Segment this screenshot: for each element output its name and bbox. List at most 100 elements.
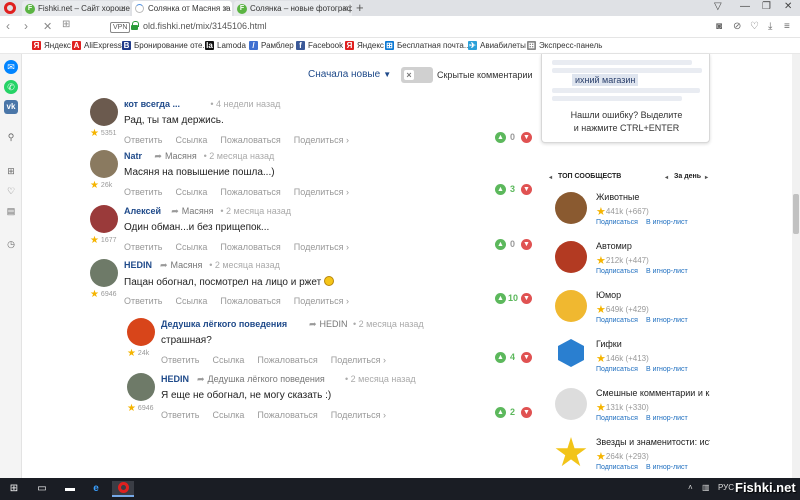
bookmark-item[interactable]: f Facebook [296,41,343,50]
link-button[interactable]: Ссылка [175,296,207,306]
close-icon[interactable]: × [343,3,348,13]
gif-icon[interactable] [558,339,584,367]
report-button[interactable]: Пожаловаться [220,187,280,197]
snapshots-icon[interactable]: ▤ [4,204,18,218]
network-icon[interactable]: ▥ [702,483,710,492]
thumb-down-icon[interactable]: ▼ [521,132,532,143]
next-period-icon[interactable]: ▸ [705,174,708,181]
homer-icon[interactable] [555,290,587,322]
close-window-button[interactable]: ✕ [784,1,792,12]
bookmark-item[interactable]: Я Яндекс [345,41,384,50]
messenger-icon[interactable]: ✉ [4,60,18,74]
comment-author[interactable]: Natr [124,151,142,161]
reply-to[interactable]: ➦ Масяня [171,206,213,217]
comment-author[interactable]: Дедушка лёгкого поведения [161,319,287,329]
prev-period-icon[interactable]: ◂ [665,174,668,181]
stop-icon[interactable]: ✕ [43,20,52,33]
subscribe-link[interactable]: Подписаться [596,415,638,422]
bookmark-item[interactable]: Я Яндекс [32,41,71,50]
comment-author[interactable]: HEDIN [161,374,189,384]
avatar[interactable] [90,205,118,233]
ignore-link[interactable]: В игнор-лист [646,464,688,471]
community-name[interactable]: Юмор [596,290,710,300]
prev-arrow-icon[interactable]: ◂ [549,174,552,181]
history-icon[interactable]: ◷ [4,237,18,251]
star-icon[interactable] [555,437,587,467]
subscribe-link[interactable]: Подписаться [596,366,638,373]
bookmark-item[interactable]: B Бронирование оте... [122,41,209,50]
cat-icon[interactable] [555,192,587,224]
new-tab-button[interactable]: + [356,0,364,15]
share-button[interactable]: Поделиться › [294,187,349,197]
avatar[interactable] [127,373,155,401]
hidden-comments-toggle[interactable]: × [401,67,433,83]
reply-button[interactable]: Ответить [124,187,162,197]
comment-author[interactable]: Алексей [124,206,161,216]
language-indicator[interactable]: РУС [718,483,734,492]
ignore-link[interactable]: В игнор-лист [646,317,688,324]
reply-to[interactable]: ➦ Масяня [160,260,202,271]
period-label[interactable]: За день [674,173,701,180]
scrollbar-thumb[interactable] [793,194,799,234]
reply-button[interactable]: Ответить [161,410,199,420]
url-field[interactable]: old.fishki.net/mix/3145106.html [143,21,267,31]
share-button[interactable]: Поделиться › [331,355,386,365]
avatar[interactable] [90,259,118,287]
explorer-icon[interactable]: ▬ [62,481,78,497]
menu-icon[interactable]: ≡ [784,21,790,32]
thumb-down-icon[interactable]: ▼ [521,293,532,304]
download-icon[interactable]: ⤓ [768,21,772,32]
thumb-down-icon[interactable]: ▼ [521,407,532,418]
community-name[interactable]: Гифки [596,339,710,349]
reply-button[interactable]: Ответить [124,296,162,306]
shield-icon[interactable]: ⊘ [733,21,741,32]
report-button[interactable]: Пожаловаться [220,242,280,252]
community-name[interactable]: Автомир [596,241,710,251]
page-scrollbar[interactable] [792,54,800,478]
whatsapp-icon[interactable]: ✆ [4,80,18,94]
share-button[interactable]: Поделиться › [294,242,349,252]
joker-icon[interactable] [555,388,587,420]
bookmark-item[interactable]: ⊞ Экспресс-панель [527,41,602,50]
bookmark-item[interactable]: ✈ Авиабилеты [468,41,526,50]
close-icon[interactable]: × [121,3,126,13]
lock-icon[interactable] [131,21,139,30]
share-button[interactable]: Поделиться › [294,296,349,306]
link-button[interactable]: Ссылка [212,355,244,365]
thumb-up-icon[interactable]: ▲ [495,239,506,250]
browser-tab-1[interactable]: F Fishki.net – Сайт хорошего × [22,1,130,16]
report-button[interactable]: Пожаловаться [220,135,280,145]
avatar[interactable] [90,98,118,126]
comment-author[interactable]: HEDIN [124,260,152,270]
link-button[interactable]: Ссылка [175,242,207,252]
home-grid-icon[interactable]: ⊞ [62,19,70,30]
vpn-badge[interactable]: VPN [110,22,131,33]
reply-button[interactable]: Ответить [161,355,199,365]
thumb-up-icon[interactable]: ▲ [495,407,506,418]
heart-icon[interactable]: ♡ [750,21,759,32]
link-button[interactable]: Ссылка [175,135,207,145]
community-name[interactable]: Животные [596,192,710,202]
thumb-up-icon[interactable]: ▲ [495,352,506,363]
vk-icon[interactable]: vk [4,100,18,114]
close-icon[interactable]: × [223,3,228,13]
forward-icon[interactable]: › [24,19,28,33]
thumb-up-icon[interactable]: ▲ [495,132,506,143]
subscribe-link[interactable]: Подписаться [596,219,638,226]
speed-dial-icon[interactable]: ⊞ [4,164,18,178]
thumb-up-icon[interactable]: ▲ [495,184,506,195]
search-icon[interactable]: ⚲ [4,130,18,144]
heart-icon[interactable]: ♡ [4,184,18,198]
reply-button[interactable]: Ответить [124,242,162,252]
opera-logo-icon[interactable] [4,2,16,14]
reply-to[interactable]: ➦ Масяня [154,151,196,162]
share-button[interactable]: Поделиться › [331,410,386,420]
browser-tab-3[interactable]: F Солянка – новые фотограф × [234,1,352,16]
link-button[interactable]: Ссылка [175,187,207,197]
sort-dropdown[interactable]: Сначала новые ▼ [308,69,391,80]
avatar[interactable] [127,318,155,346]
camera-icon[interactable]: ◙ [716,21,722,32]
community-name[interactable]: Смешные комментарии и кар [596,388,710,398]
windows-start-icon[interactable]: ⊞ [6,481,22,497]
ignore-link[interactable]: В игнор-лист [646,366,688,373]
